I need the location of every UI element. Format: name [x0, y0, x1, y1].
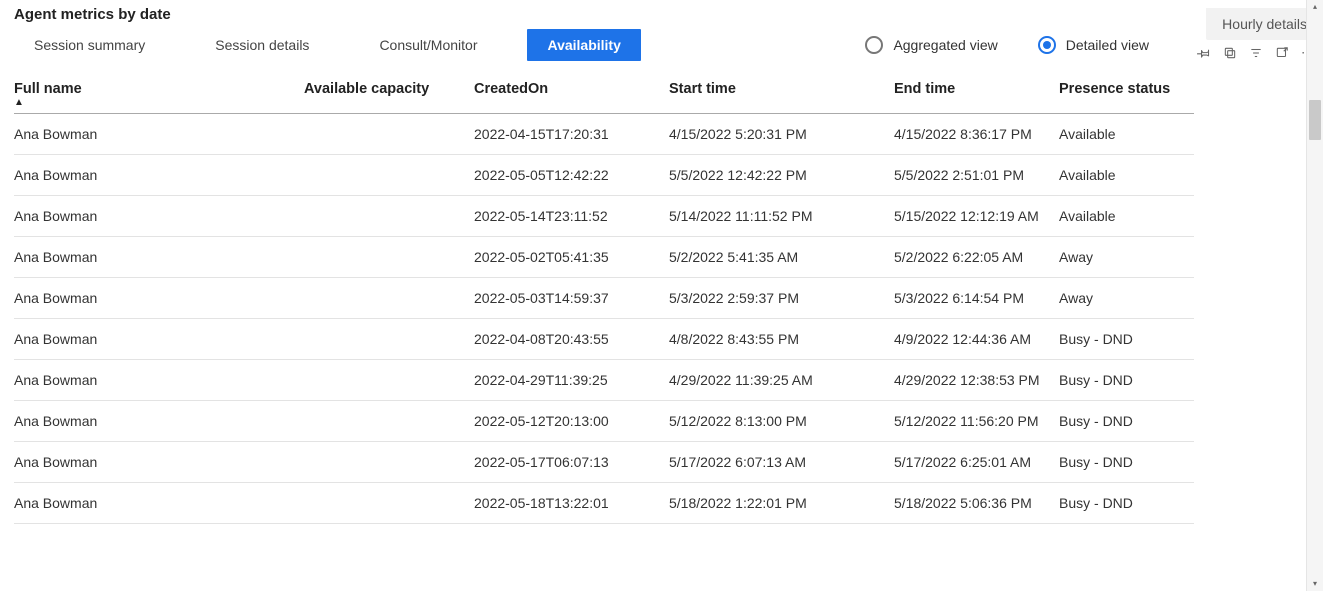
table-row[interactable]: Ana Bowman 2022-05-03T14:59:375/3/2022 2:… — [14, 278, 1194, 319]
table-body: Ana Bowman 2022-04-15T17:20:314/15/2022 5… — [14, 114, 1194, 524]
page-title: Agent metrics by date — [0, 0, 1323, 27]
cell-avail_capacity — [304, 319, 474, 360]
cell-avail_capacity — [304, 237, 474, 278]
cell-created_on: 2022-04-08T20:43:55 — [474, 319, 669, 360]
aggregated-view-label: Aggregated view — [893, 37, 997, 53]
cell-start_time: 4/8/2022 8:43:55 PM — [669, 319, 894, 360]
cell-created_on: 2022-05-18T13:22:01 — [474, 483, 669, 524]
column-header-start_time[interactable]: Start time — [669, 71, 894, 114]
cell-avail_capacity — [304, 360, 474, 401]
cell-avail_capacity — [304, 114, 474, 155]
cell-full_name: Ana Bowman — [14, 319, 304, 360]
cell-presence: Busy - DND — [1059, 319, 1194, 360]
cell-avail_capacity — [304, 483, 474, 524]
column-header-full_name[interactable]: Full name▲ — [14, 71, 304, 114]
cell-end_time: 5/18/2022 5:06:36 PM — [894, 483, 1059, 524]
scroll-down-arrow-icon[interactable]: ▾ — [1307, 577, 1323, 591]
scroll-up-arrow-icon[interactable]: ▴ — [1307, 0, 1323, 14]
cell-created_on: 2022-05-12T20:13:00 — [474, 401, 669, 442]
table-row[interactable]: Ana Bowman 2022-05-14T23:11:525/14/2022 1… — [14, 196, 1194, 237]
cell-presence: Away — [1059, 237, 1194, 278]
tab-session-summary[interactable]: Session summary — [14, 29, 165, 61]
tab-consult-monitor[interactable]: Consult/Monitor — [359, 29, 497, 61]
cell-created_on: 2022-05-02T05:41:35 — [474, 237, 669, 278]
cell-end_time: 5/15/2022 12:12:19 AM — [894, 196, 1059, 237]
cell-end_time: 4/9/2022 12:44:36 AM — [894, 319, 1059, 360]
cell-presence: Busy - DND — [1059, 401, 1194, 442]
cell-full_name: Ana Bowman — [14, 360, 304, 401]
cell-end_time: 5/17/2022 6:25:01 AM — [894, 442, 1059, 483]
cell-start_time: 4/15/2022 5:20:31 PM — [669, 114, 894, 155]
table-row[interactable]: Ana Bowman2022-05-17T06:07:135/17/2022 6… — [14, 442, 1194, 483]
cell-full_name: Ana Bowman — [14, 196, 304, 237]
table-row[interactable]: Ana Bowman 2022-05-02T05:41:355/2/2022 5:… — [14, 237, 1194, 278]
cell-start_time: 5/17/2022 6:07:13 AM — [669, 442, 894, 483]
cell-created_on: 2022-04-15T17:20:31 — [474, 114, 669, 155]
cell-end_time: 5/3/2022 6:14:54 PM — [894, 278, 1059, 319]
cell-full_name: Ana Bowman — [14, 483, 304, 524]
cell-end_time: 5/2/2022 6:22:05 AM — [894, 237, 1059, 278]
column-header-end_time[interactable]: End time — [894, 71, 1059, 114]
cell-created_on: 2022-05-03T14:59:37 — [474, 278, 669, 319]
cell-end_time: 4/15/2022 8:36:17 PM — [894, 114, 1059, 155]
cell-full_name: Ana Bowman — [14, 155, 304, 196]
aggregated-view-radio[interactable]: Aggregated view — [865, 36, 997, 54]
cell-presence: Available — [1059, 155, 1194, 196]
detailed-view-label: Detailed view — [1066, 37, 1149, 53]
cell-start_time: 5/5/2022 12:42:22 PM — [669, 155, 894, 196]
vertical-scrollbar[interactable]: ▴ ▾ — [1306, 0, 1323, 591]
table-row[interactable]: Ana Bowman 2022-04-08T20:43:554/8/2022 8:… — [14, 319, 1194, 360]
metrics-table: Full name▲Available capacityCreatedOnSta… — [0, 71, 1208, 524]
table-row[interactable]: Ana Bowman 2022-04-15T17:20:314/15/2022 5… — [14, 114, 1194, 155]
cell-end_time: 5/5/2022 2:51:01 PM — [894, 155, 1059, 196]
cell-end_time: 4/29/2022 12:38:53 PM — [894, 360, 1059, 401]
table-header-row: Full name▲Available capacityCreatedOnSta… — [14, 71, 1194, 114]
cell-created_on: 2022-04-29T11:39:25 — [474, 360, 669, 401]
cell-created_on: 2022-05-14T23:11:52 — [474, 196, 669, 237]
cell-created_on: 2022-05-17T06:07:13 — [474, 442, 669, 483]
cell-end_time: 5/12/2022 11:56:20 PM — [894, 401, 1059, 442]
cell-full_name: Ana Bowman — [14, 442, 304, 483]
cell-presence: Available — [1059, 114, 1194, 155]
detailed-view-radio[interactable]: Detailed view — [1038, 36, 1149, 54]
sort-ascending-icon: ▲ — [14, 99, 300, 107]
top-bar: Session summary Session details Consult/Mo… — [0, 27, 1323, 71]
cell-full_name: Ana Bowman — [14, 278, 304, 319]
scrollbar-thumb[interactable] — [1309, 100, 1321, 140]
cell-full_name: Ana Bowman — [14, 114, 304, 155]
cell-full_name: Ana Bowman — [14, 401, 304, 442]
cell-start_time: 5/12/2022 8:13:00 PM — [669, 401, 894, 442]
tab-availability[interactable]: Availability — [527, 29, 640, 61]
cell-created_on: 2022-05-05T12:42:22 — [474, 155, 669, 196]
view-toggles: Aggregated view Detailed view — [865, 36, 1309, 54]
cell-presence: Busy - DND — [1059, 483, 1194, 524]
cell-avail_capacity — [304, 401, 474, 442]
cell-start_time: 5/2/2022 5:41:35 AM — [669, 237, 894, 278]
cell-presence: Available — [1059, 196, 1194, 237]
cell-avail_capacity — [304, 278, 474, 319]
table-row[interactable]: Ana Bowman 2022-05-12T20:13:005/12/2022 8… — [14, 401, 1194, 442]
table-row[interactable]: Ana Bowman 2022-05-18T13:22:015/18/2022 1… — [14, 483, 1194, 524]
column-header-created_on[interactable]: CreatedOn — [474, 71, 669, 114]
tab-session-details[interactable]: Session details — [195, 29, 329, 61]
table-row[interactable]: Ana Bowman 2022-05-05T12:42:225/5/2022 12… — [14, 155, 1194, 196]
cell-presence: Busy - DND — [1059, 442, 1194, 483]
cell-presence: Away — [1059, 278, 1194, 319]
column-header-avail_capacity[interactable]: Available capacity — [304, 71, 474, 114]
column-header-presence[interactable]: Presence status — [1059, 71, 1194, 114]
table-row[interactable]: Ana Bowman2022-04-29T11:39:254/29/2022 1… — [14, 360, 1194, 401]
cell-start_time: 4/29/2022 11:39:25 AM — [669, 360, 894, 401]
cell-avail_capacity — [304, 442, 474, 483]
cell-start_time: 5/14/2022 11:11:52 PM — [669, 196, 894, 237]
cell-full_name: Ana Bowman — [14, 237, 304, 278]
tab-strip: Session summary Session details Consult/Mo… — [14, 29, 641, 61]
cell-presence: Busy - DND — [1059, 360, 1194, 401]
cell-start_time: 5/3/2022 2:59:37 PM — [669, 278, 894, 319]
cell-avail_capacity — [304, 196, 474, 237]
cell-avail_capacity — [304, 155, 474, 196]
cell-start_time: 5/18/2022 1:22:01 PM — [669, 483, 894, 524]
